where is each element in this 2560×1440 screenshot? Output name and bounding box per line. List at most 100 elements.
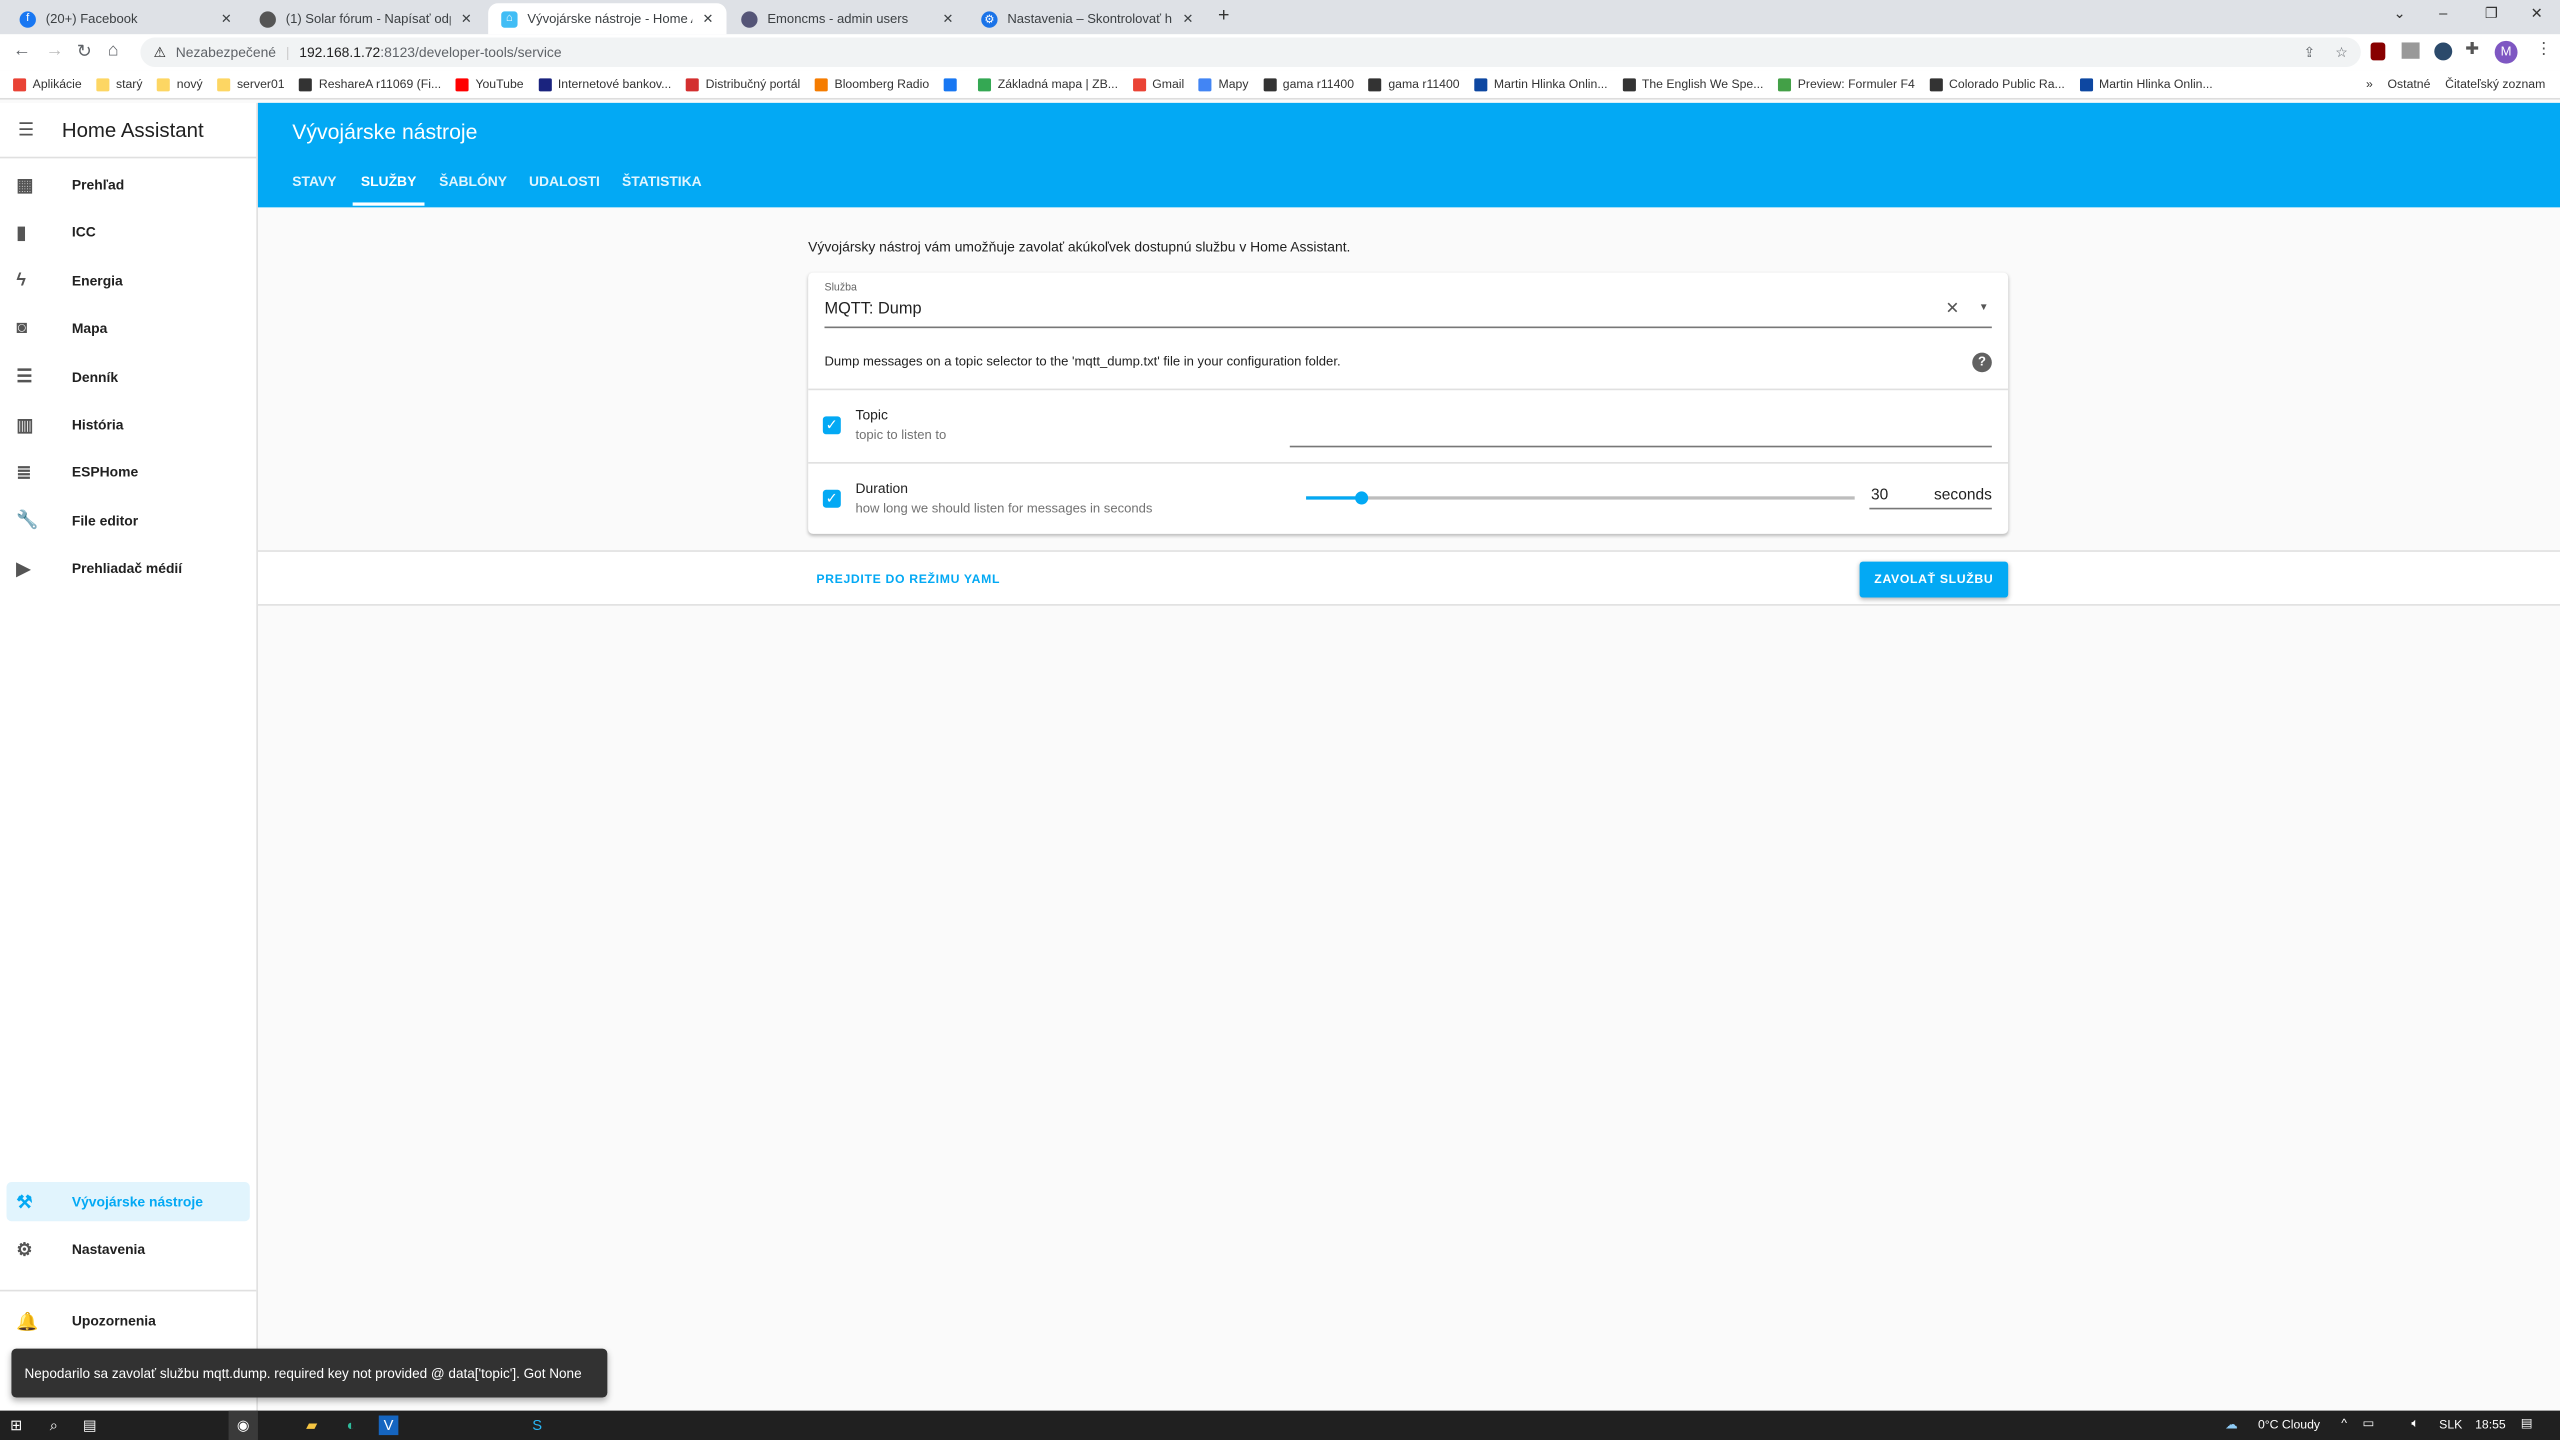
close-tab-icon[interactable]: ✕	[1183, 11, 1194, 26]
restore-button[interactable]: ❐	[2485, 5, 2498, 23]
bookmark-item[interactable]: The English We Spe...	[1622, 77, 1763, 91]
duration-slider[interactable]	[1306, 491, 1855, 505]
sidebar-item[interactable]: 🔧 File editor	[7, 501, 250, 540]
bookmark-item[interactable]: Aplikácie	[13, 77, 82, 91]
puzzle-icon[interactable]: ✚	[2465, 41, 2479, 59]
service-select[interactable]: Služba MQTT: Dump ✕ ▼	[824, 282, 1992, 329]
close-tab-icon[interactable]: ✕	[221, 11, 232, 26]
close-tab-icon[interactable]: ✕	[943, 11, 954, 26]
url-path: :8123/developer-tools/service	[380, 44, 562, 61]
sidebar-item-notifications[interactable]: 🔔 Upozornenia	[7, 1301, 250, 1340]
help-icon[interactable]: ?	[1972, 352, 1992, 373]
sidebar-item-settings[interactable]: ⚙ Nastavenia	[7, 1229, 250, 1268]
browser-tab-home-assistant[interactable]: ⌂ Vývojárske nástroje - Home Assistant ✕	[488, 3, 727, 35]
bookmark-item[interactable]: gama r11400	[1368, 77, 1460, 91]
ublock-icon[interactable]	[2370, 42, 2386, 61]
browser-tab-facebook[interactable]: f (20+) Facebook ✕	[7, 3, 245, 34]
share-icon[interactable]: ⇪	[2303, 43, 2315, 61]
sidebar-item[interactable]: ☰ Denník	[7, 357, 250, 396]
sidebar-item[interactable]: ϟ Energia	[7, 261, 250, 300]
clear-icon[interactable]: ✕	[1945, 300, 1959, 318]
close-tab-icon[interactable]: ✕	[703, 11, 714, 26]
tab-templates[interactable]: ŠABLÓNY	[439, 173, 507, 189]
bookmark-item[interactable]: starý	[96, 77, 142, 91]
url-bar[interactable]: ⚠ Nezabezpečené | 192.168.1.72:8123/deve…	[140, 37, 2361, 67]
extension-icon[interactable]	[2401, 42, 2420, 59]
tab-events[interactable]: UDALOSTI	[529, 173, 600, 189]
profile-avatar[interactable]: M	[2494, 40, 2518, 64]
yaml-mode-link[interactable]: PREJDITE DO REŽIMU YAML	[816, 571, 1000, 586]
volume-icon[interactable]: 🔈︎	[2411, 1416, 2418, 1432]
bookmark-item[interactable]: Distribučný portál	[686, 77, 800, 91]
bookmark-item[interactable]: Martin Hlinka Onlin...	[2079, 77, 2213, 91]
reload-icon[interactable]: ↻	[77, 41, 92, 62]
bookmark-item[interactable]: gama r11400	[1263, 77, 1354, 91]
skype-icon[interactable]: S	[527, 1416, 547, 1436]
sidebar-item[interactable]: ▦ Prehľad	[7, 165, 250, 204]
sidebar-item[interactable]: ▮ ICC	[7, 213, 250, 252]
bookmark-item[interactable]: server01	[217, 77, 285, 91]
tab-statistics[interactable]: ŠTATISTIKA	[622, 173, 702, 189]
bookmark-item[interactable]: Gmail	[1132, 77, 1184, 91]
sidebar-item[interactable]: ▥ História	[7, 405, 250, 444]
close-tab-icon[interactable]: ✕	[461, 11, 472, 26]
tab-search-icon[interactable]: ⌄	[2393, 5, 2405, 23]
bookmark-item[interactable]: Martin Hlinka Onlin...	[1474, 77, 1608, 91]
star-icon[interactable]: ☆	[2335, 43, 2347, 61]
bookmark-item[interactable]: Bloomberg Radio	[814, 77, 929, 91]
weather-text[interactable]: 0°C Cloudy	[2258, 1417, 2320, 1432]
slider-thumb[interactable]	[1354, 491, 1368, 505]
file-explorer-icon[interactable]: ▰	[302, 1416, 322, 1436]
other-bookmarks-folder[interactable]: Ostatné	[2388, 77, 2431, 92]
tray-chevron-icon[interactable]: ^	[2341, 1416, 2347, 1431]
bookmark-label: Preview: Formuler F4	[1797, 76, 1915, 92]
reading-list-button[interactable]: Čitateľský zoznam	[2445, 77, 2545, 92]
list-icon: ☰	[16, 367, 33, 388]
task-view-icon[interactable]: ▤	[80, 1416, 100, 1436]
bookmark-item[interactable]: Základná mapa | ZB...	[978, 77, 1118, 91]
edge-icon[interactable]: ◐	[341, 1416, 361, 1436]
bookmark-item[interactable]: nový	[157, 77, 203, 91]
close-window-button[interactable]: ✕	[2531, 5, 2543, 23]
back-icon[interactable]: ←	[13, 41, 31, 61]
bookmarks-overflow-button[interactable]: »	[2366, 77, 2373, 92]
bookmark-item[interactable]: Colorado Public Ra...	[1929, 77, 2065, 91]
forward-icon[interactable]: →	[46, 41, 64, 61]
vscode-icon[interactable]: V	[378, 1415, 399, 1436]
tab-services[interactable]: SLUŽBY	[361, 173, 417, 189]
clock[interactable]: 18:55	[2475, 1417, 2506, 1432]
sidebar-item[interactable]: ▶ Prehliadač médií	[7, 549, 250, 588]
home-icon[interactable]: ⌂	[108, 41, 119, 61]
sidebar-item[interactable]: ◙ Mapa	[7, 309, 250, 348]
menu-icon[interactable]: ☰	[18, 119, 34, 141]
search-icon[interactable]: ⌕	[44, 1416, 64, 1436]
network-icon[interactable]: ▭	[2362, 1416, 2374, 1431]
minimize-button[interactable]: –	[2439, 5, 2447, 21]
browser-tab-solar[interactable]: (1) Solar fórum - Napísať odpoveď ✕	[247, 3, 485, 34]
notification-center-icon[interactable]: ▤	[2521, 1416, 2533, 1431]
new-tab-button[interactable]: +	[1218, 3, 1229, 26]
tab-states[interactable]: STAVY	[292, 173, 336, 189]
language-indicator[interactable]: SLK	[2439, 1417, 2462, 1432]
topic-input[interactable]	[1289, 420, 1992, 448]
bookmark-item[interactable]: Preview: Formuler F4	[1778, 76, 1915, 92]
bookmark-item[interactable]: YouTube	[455, 77, 524, 91]
menu-icon[interactable]: ⋮	[2536, 41, 2552, 59]
tab-title: Nastavenia – Skontrolovať heslá	[1007, 11, 1172, 27]
sidebar-item-developer-tools[interactable]: ⚒ Vývojárske nástroje	[6, 1182, 250, 1222]
browser-tab-emoncms[interactable]: Emoncms - admin users ✕	[728, 3, 966, 34]
bookmark-item[interactable]: Mapy	[1198, 77, 1248, 91]
call-service-button[interactable]: ZAVOLAŤ SLUŽBU	[1859, 561, 2009, 598]
duration-input[interactable]: 30 seconds	[1869, 480, 1992, 510]
dropdown-arrow-icon[interactable]: ▼	[1979, 304, 1989, 314]
chrome-icon[interactable]: ◉	[228, 1410, 258, 1440]
topic-checkbox[interactable]: ✓	[822, 416, 841, 435]
bookmark-item[interactable]	[943, 77, 964, 91]
windows-start-icon[interactable]: ⊞	[7, 1416, 27, 1436]
extension-icon[interactable]	[2434, 42, 2453, 61]
bookmark-item[interactable]: Internetové bankov...	[538, 77, 671, 91]
bookmark-item[interactable]: ReshareA r11069 (Fi...	[299, 77, 441, 91]
sidebar-item[interactable]: ≣ ESPHome	[7, 453, 250, 492]
browser-tab-settings[interactable]: ⚙ Nastavenia – Skontrolovať heslá ✕	[968, 3, 1206, 34]
duration-checkbox[interactable]: ✓	[822, 489, 841, 508]
